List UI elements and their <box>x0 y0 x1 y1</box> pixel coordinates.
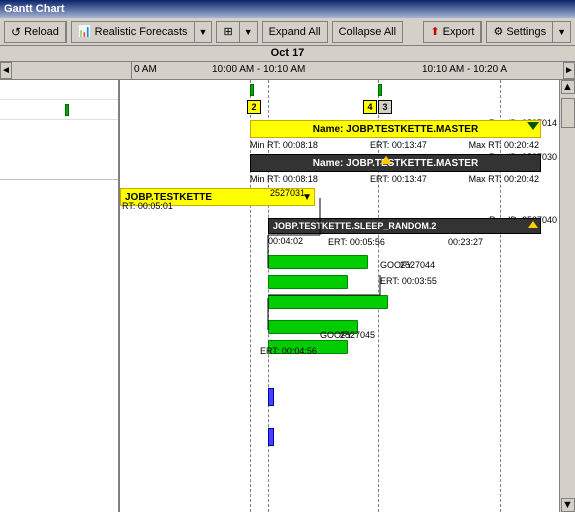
timeline-header: ◄ 0 AM 10:00 AM - 10:10 AM 10:10 AM - 10… <box>0 62 575 80</box>
marker-box-4: 4 <box>363 100 377 114</box>
date-header: Oct 17 <box>0 46 575 62</box>
job-id-1: 2527031 <box>270 188 305 198</box>
triangle-down-1 <box>527 122 539 130</box>
timeline-scale: 0 AM 10:00 AM - 10:10 AM 10:10 AM - 10:2… <box>132 62 563 79</box>
expand-icon: ⊞ <box>223 25 232 38</box>
realistic-forecasts-button[interactable]: 📊 Realistic Forecasts ▼ <box>71 21 213 43</box>
ert-1: ERT: 00:13:47 <box>370 140 427 150</box>
yellow-bar-1: Name: JOBP.TESTKETTE.MASTER <box>250 120 541 138</box>
black-bar-label: Name: JOBP.TESTKETTE.MASTER <box>313 158 478 169</box>
chart-area: 2 4 3 Run ID: 2527014 Name: JOBP.TESTKET… <box>120 80 559 512</box>
realistic-forecasts-label: Realistic Forecasts <box>95 26 188 38</box>
nav-left-arrow[interactable]: ◄ <box>0 62 12 79</box>
collapse-all-button[interactable]: Collapse All <box>332 21 403 43</box>
blue-bar-2 <box>268 428 274 446</box>
reload-main[interactable]: ↺ Reload <box>5 22 66 42</box>
yellow-bar-1-label: Name: JOBP.TESTKETTE.MASTER <box>313 124 478 135</box>
timeline-left-panel <box>12 62 132 79</box>
black-bar-row: Name: JOBP.TESTKETTE.MASTER <box>250 154 541 174</box>
title-label: Gantt Chart <box>4 3 65 15</box>
sleep-black-bar: JOBP.TESTKETTE.SLEEP_RANDOM.2 <box>268 218 541 234</box>
title-bar: Gantt Chart <box>0 0 575 18</box>
sleep-bar-row: JOBP.TESTKETTE.SLEEP_RANDOM.2 <box>268 218 541 236</box>
marker-box-2: 2 <box>247 100 261 114</box>
goofy-id-1: 2527044 <box>400 260 435 270</box>
settings-main[interactable]: ⚙ Settings <box>487 22 553 42</box>
expand-button[interactable]: ⊞ ▼ <box>216 21 257 43</box>
scroll-up-button[interactable]: ▲ <box>561 80 575 94</box>
settings-label: Settings <box>506 26 546 38</box>
green-marker-left <box>65 104 69 116</box>
ert-2: ERT: 00:13:47 <box>370 174 427 184</box>
min-rt-1: Min RT: 00:08:18 <box>250 140 318 150</box>
time-label-1: 0 AM <box>134 64 157 75</box>
marker-row: 2 4 3 <box>120 100 559 118</box>
ert-goofy: ERT: 00:03:55 <box>380 276 437 286</box>
triangle-up-1 <box>380 156 392 164</box>
realistic-forecasts-main[interactable]: 📊 Realistic Forecasts <box>72 22 195 42</box>
nav-right-arrow[interactable]: ► <box>563 62 575 79</box>
export-button[interactable]: ⬆ Export <box>423 21 482 43</box>
yellow-bar-row1: Name: JOBP.TESTKETTE.MASTER <box>250 120 541 140</box>
marker-box-3: 3 <box>378 100 392 114</box>
max-rt-2: Max RT: 00:20:42 <box>469 174 539 184</box>
collapse-all-label: Collapse All <box>339 26 396 38</box>
reload-label: Reload <box>24 26 59 38</box>
green-bar-3 <box>268 295 388 309</box>
expand-main[interactable]: ⊞ <box>217 22 239 42</box>
sleep-ert: ERT: 00:05:56 <box>328 237 385 247</box>
black-bar: Name: JOBP.TESTKETTE.MASTER <box>250 154 541 172</box>
sleep-triangle <box>528 221 538 228</box>
gantt-body: 2 4 3 Run ID: 2527014 Name: JOBP.TESTKET… <box>0 80 575 512</box>
min-rt-2: Min RT: 00:08:18 <box>250 174 318 184</box>
scroll-thumb[interactable] <box>561 98 575 128</box>
reload-button[interactable]: ↺ Reload <box>4 21 67 43</box>
green-bar-2 <box>268 275 348 289</box>
realistic-forecasts-arrow[interactable]: ▼ <box>195 22 212 42</box>
export-label: Export <box>443 26 475 38</box>
sleep-label: JOBP.TESTKETTE.SLEEP_RANDOM.2 <box>273 221 436 231</box>
time-label-2: 10:00 AM - 10:10 AM <box>212 64 305 75</box>
green-bar-1 <box>268 255 368 269</box>
settings-button[interactable]: ⚙ Settings ▼ <box>486 21 571 43</box>
scroll-down-button[interactable]: ▼ <box>561 498 575 512</box>
export-main[interactable]: ⬆ Export <box>424 22 481 42</box>
settings-icon: ⚙ <box>493 25 503 38</box>
toolbar: ↺ Reload 📊 Realistic Forecasts ▼ ⊞ ▼ Exp… <box>0 18 575 46</box>
date-label: Oct 17 <box>271 47 305 59</box>
time-label-3: 10:10 AM - 10:20 A <box>422 64 507 75</box>
reload-icon: ↺ <box>11 25 21 39</box>
sleep-rt: 00:04:02 <box>268 236 303 246</box>
export-icon: ⬆ <box>430 25 439 38</box>
expand-all-label: Expand All <box>269 26 321 38</box>
blue-bar-1 <box>268 388 274 406</box>
settings-arrow[interactable]: ▼ <box>553 22 570 42</box>
chart-icon: 📊 <box>78 25 92 38</box>
green-top-1 <box>250 84 254 96</box>
scrollbar-vertical[interactable]: ▲ ▼ <box>559 80 575 512</box>
green-top-2 <box>378 84 382 96</box>
expand-arrow[interactable]: ▼ <box>240 22 257 42</box>
ert-5: ERT: 00:04:56 <box>260 346 317 356</box>
goofy-id-2: 2527045 <box>340 330 375 340</box>
expand-all-button[interactable]: Expand All <box>262 21 328 43</box>
rt-label-1: RT: 00:05:01 <box>122 201 173 211</box>
max-rt-1: Max RT: 00:20:42 <box>469 140 539 150</box>
left-panel <box>0 80 120 512</box>
sleep-rt2: 00:23:27 <box>448 237 483 247</box>
rt-row-3: RT: 00:05:01 <box>120 200 171 212</box>
sleep-rt-row: 00:04:02 ERT: 00:05:56 00:23:27 <box>268 236 363 248</box>
